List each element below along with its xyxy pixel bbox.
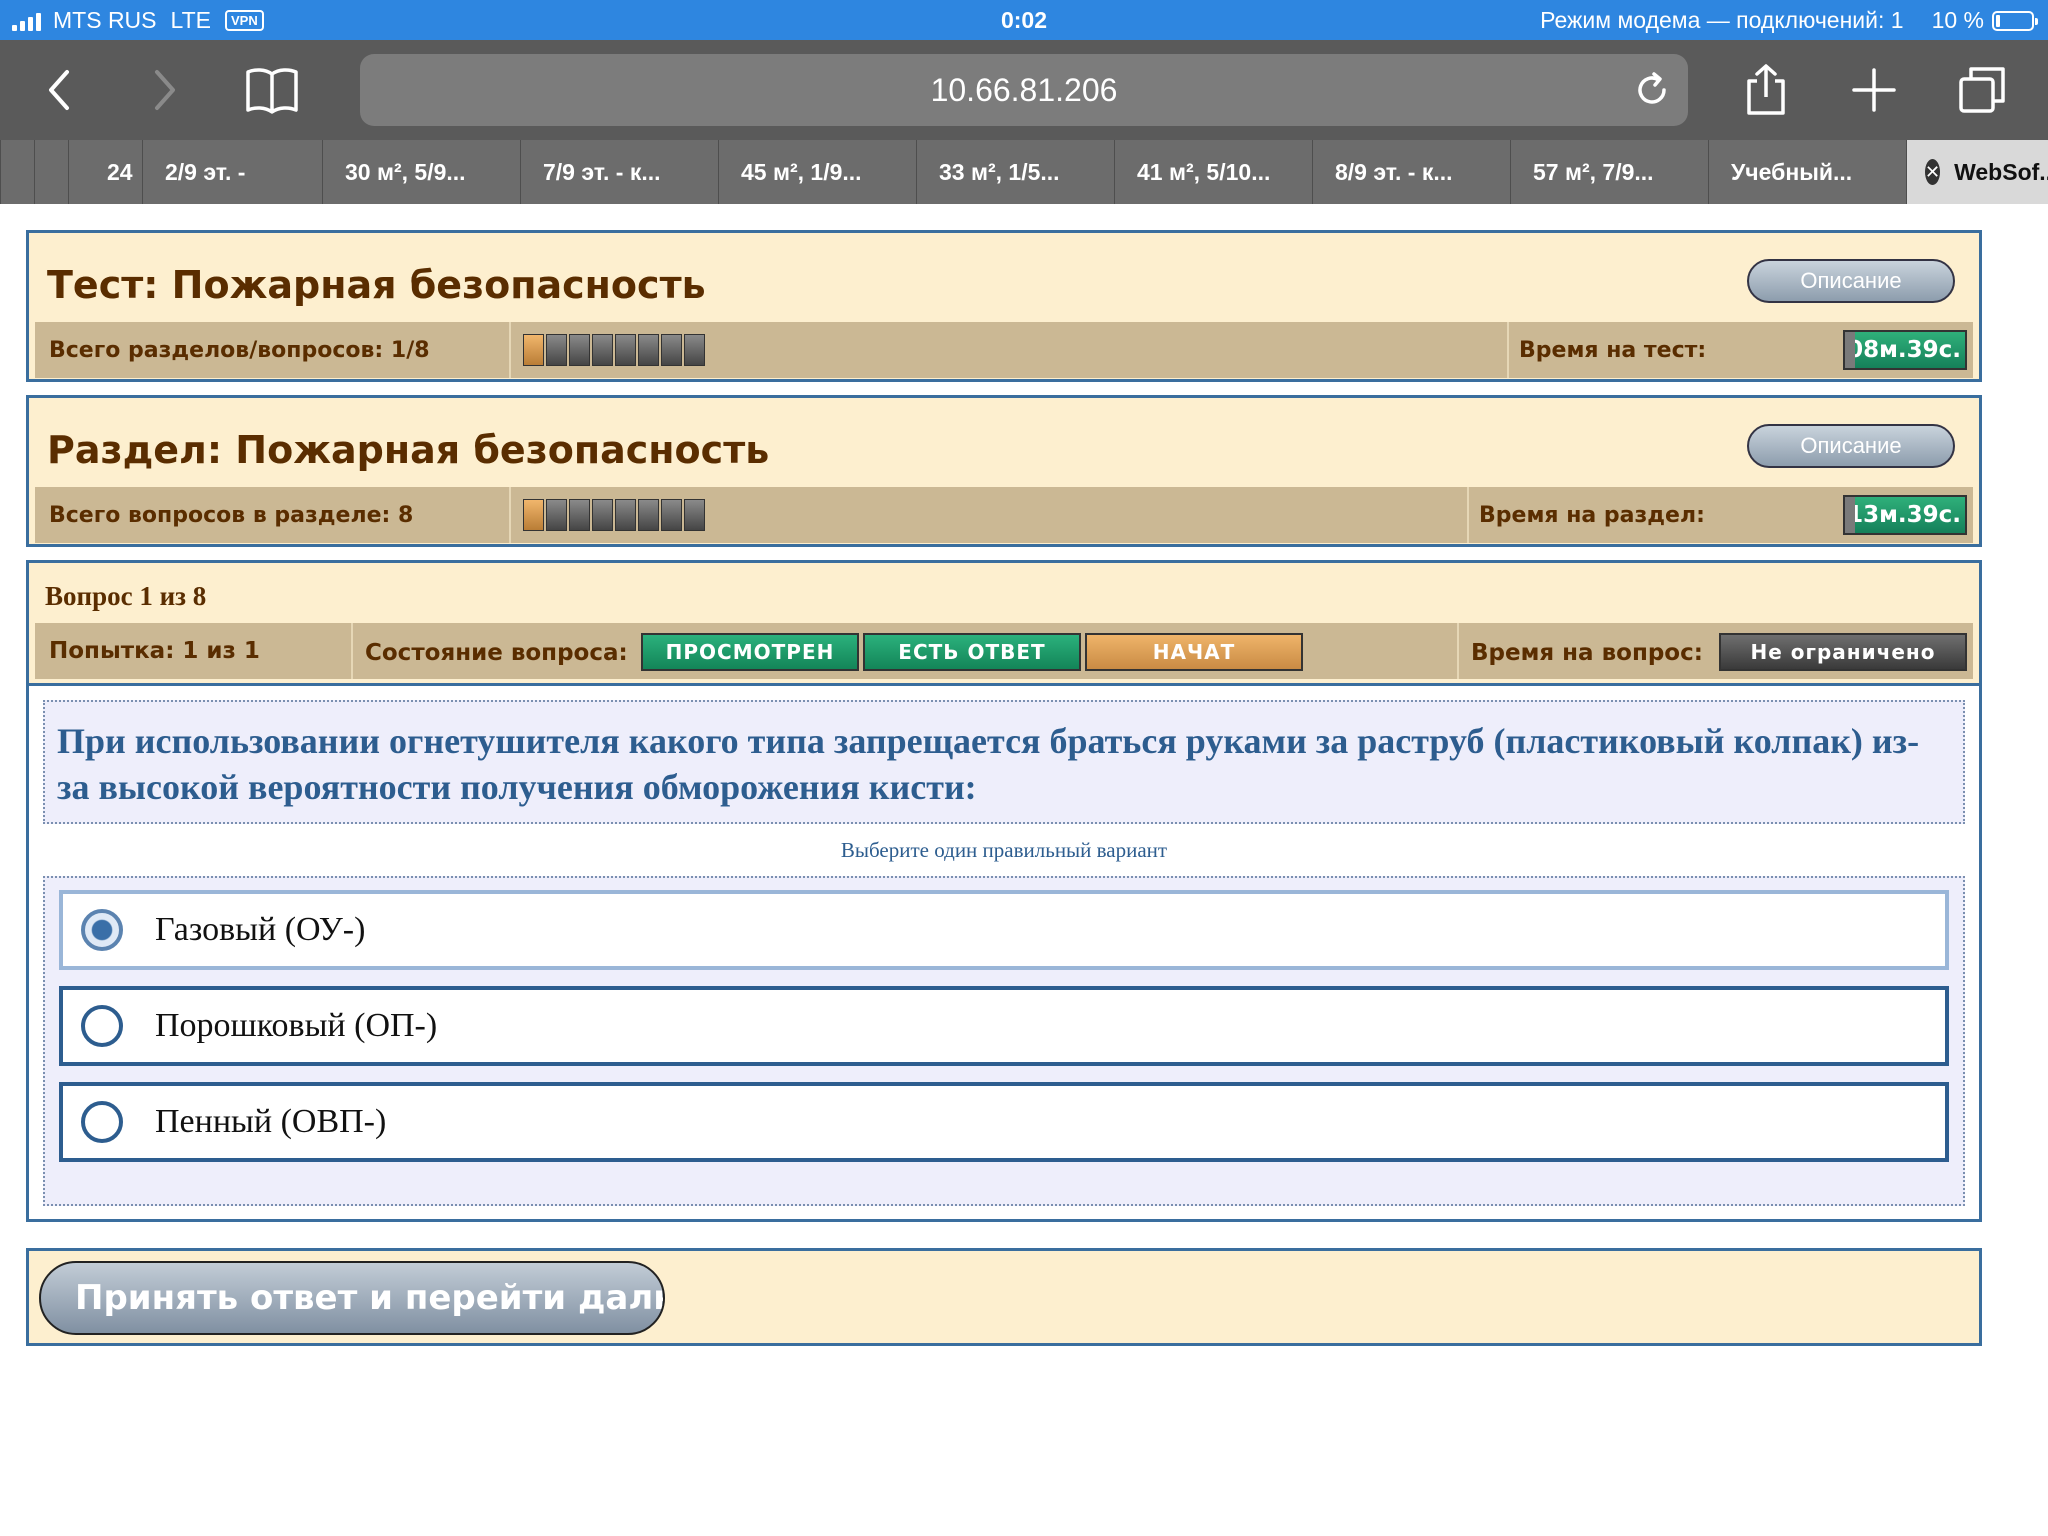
answer-label: Газовый (ОУ-) [155,911,366,948]
answer-option-gas[interactable]: Газовый (ОУ-) [59,890,1949,970]
sections-count: Всего разделов/вопросов: 1/8 [49,338,430,363]
question-timer: Не ограничено [1719,633,1967,671]
url-text: 10.66.81.206 [930,71,1118,108]
tabs-overview-icon[interactable] [1954,62,2010,118]
tab-item[interactable]: 33 м², 1/5... [916,140,1114,204]
tab-item[interactable]: 41 м², 5/10... [1114,140,1312,204]
radio-button-selected[interactable] [81,909,123,951]
question-number: Вопрос 1 из 8 [45,581,207,611]
test-info-row: Всего разделов/вопросов: 1/8 Время на те… [35,322,1973,378]
test-timer: 08м.39с. [1843,330,1967,370]
bookmarks-icon[interactable] [244,62,300,118]
answer-option-powder[interactable]: Порошковый (ОП-) [59,986,1949,1066]
forward-icon[interactable] [136,62,192,118]
section-timer: 13м.39с. [1843,495,1967,535]
tab-item[interactable]: 8/9 эт. - к... [1312,140,1510,204]
tab-item[interactable]: 45 м², 1/9... [718,140,916,204]
question-area: При использовании огнетушителя какого ти… [29,683,1979,1219]
section-progress-bar [523,499,705,531]
answer-label: Пенный (ОВП-) [155,1103,387,1140]
tab-item[interactable]: 24 [68,140,142,204]
address-bar[interactable]: 10.66.81.206 [360,54,1688,126]
answer-option-foam[interactable]: Пенный (ОВП-) [59,1082,1949,1162]
tab-item-active[interactable]: ✕ WebSof... [1906,140,2048,204]
radio-button[interactable] [81,1005,123,1047]
submit-answer-button[interactable]: Принять ответ и перейти дальше [39,1261,665,1335]
answer-list: Газовый (ОУ-) Порошковый (ОП-) Пенный (О… [43,876,1965,1206]
section-title: Раздел: Пожарная безопасность [47,428,770,472]
back-icon[interactable] [32,62,88,118]
answer-hint: Выберите один правильный вариант [840,838,1168,862]
tab-bar: 24 2/9 эт. - 30 м², 5/9... 7/9 эт. - к..… [0,140,2048,204]
status-badge-answered: ЕСТЬ ОТВЕТ [863,633,1081,671]
question-info-row: Попытка: 1 из 1 Состояние вопроса: ПРОСМ… [35,623,1973,679]
test-timer-label: Время на тест: [1519,338,1707,363]
reload-icon[interactable] [1630,68,1674,112]
answer-label: Порошковый (ОП-) [155,1007,438,1044]
status-badge-viewed: ПРОСМОТРЕН [641,633,859,671]
battery-icon [1992,10,2038,31]
tab-item[interactable]: 57 м², 7/9... [1510,140,1708,204]
question-state-label: Состояние вопроса: [365,640,628,666]
test-progress-bar [523,334,705,366]
tab-stub[interactable] [34,140,68,204]
close-tab-icon[interactable]: ✕ [1925,159,1941,185]
question-text: При использовании огнетушителя какого ти… [43,700,1965,824]
question-panel: Вопрос 1 из 8 Попытка: 1 из 1 Состояние … [26,560,1982,1222]
section-questions-count: Всего вопросов в разделе: 8 [49,503,414,528]
section-timer-label: Время на раздел: [1479,503,1705,528]
tab-item[interactable]: Учебный... [1708,140,1906,204]
tab-item[interactable]: 30 м², 5/9... [322,140,520,204]
status-bar: MTS RUS LTE VPN 0:02 Режим модема — подк… [0,0,2048,40]
tab-item[interactable]: 7/9 эт. - к... [520,140,718,204]
attempt-count: Попытка: 1 из 1 [49,638,260,664]
test-panel: Тест: Пожарная безопасность Описание Все… [26,230,1982,382]
battery-percent: 10 % [1931,7,1984,33]
section-info-row: Всего вопросов в разделе: 8 Время на раз… [35,487,1973,543]
tab-stub[interactable] [0,140,34,204]
submit-panel: Принять ответ и перейти дальше [26,1248,1982,1346]
question-timer-label: Время на вопрос: [1471,640,1703,666]
tab-item[interactable]: 2/9 эт. - [142,140,322,204]
hotspot-status: Режим модема — подключений: 1 [1540,7,1904,33]
browser-toolbar: 10.66.81.206 [0,40,2048,140]
share-icon[interactable] [1738,62,1794,118]
section-panel: Раздел: Пожарная безопасность Описание В… [26,395,1982,547]
section-description-button[interactable]: Описание [1747,424,1955,468]
new-tab-icon[interactable] [1846,62,1902,118]
test-description-button[interactable]: Описание [1747,259,1955,303]
test-title: Тест: Пожарная безопасность [47,263,706,307]
radio-button[interactable] [81,1101,123,1143]
status-badge-started: НАЧАТ [1085,633,1303,671]
